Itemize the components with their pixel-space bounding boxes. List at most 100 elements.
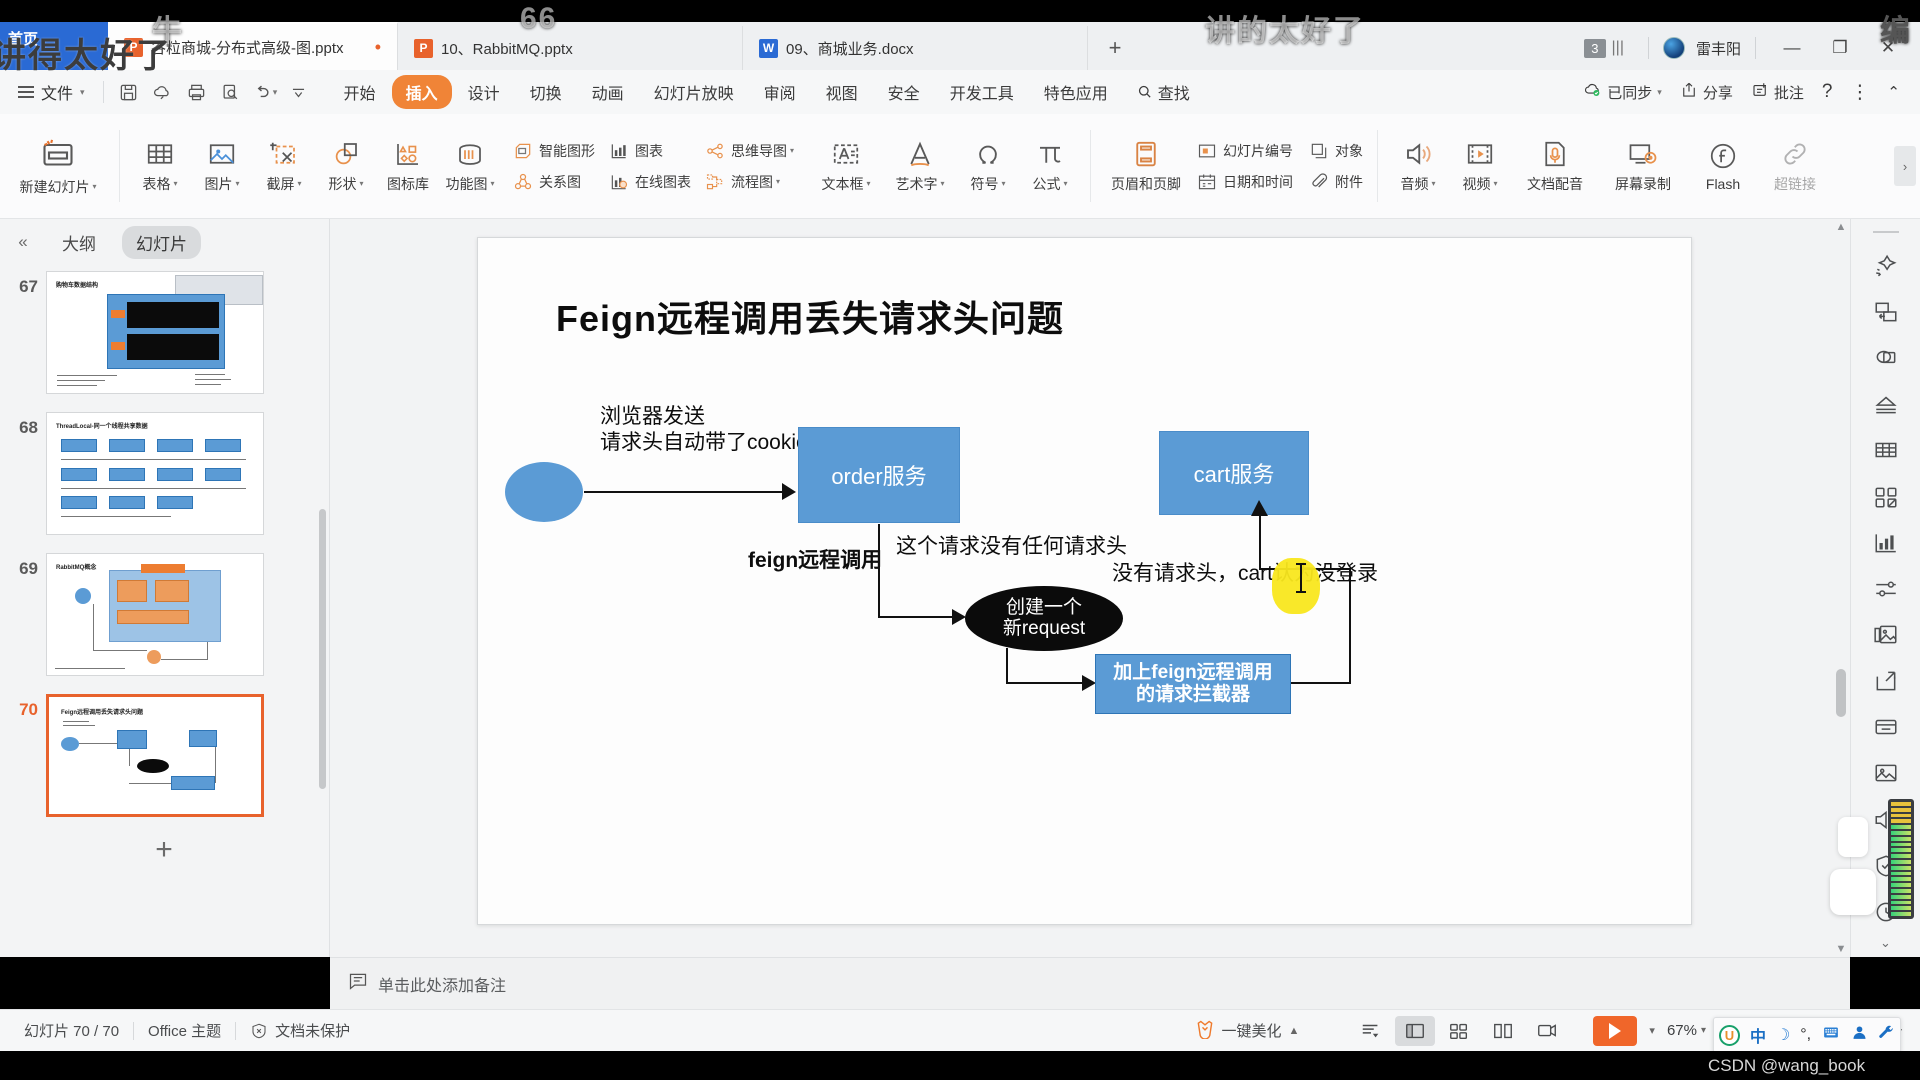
- effects-icon[interactable]: [1860, 243, 1912, 289]
- tab-slides[interactable]: 幻灯片: [122, 225, 201, 259]
- tab-doc-2[interactable]: W 09、商城业务.docx: [743, 26, 1088, 70]
- document-protection-button[interactable]: 文档未保护: [236, 1020, 364, 1041]
- image-icon[interactable]: [1860, 750, 1912, 796]
- new-request-shape[interactable]: 创建一个 新request: [965, 586, 1123, 651]
- tab-security[interactable]: 安全: [874, 75, 934, 109]
- thumbnail-scrollbar[interactable]: [319, 509, 326, 789]
- header-footer-button[interactable]: 页眉和页脚: [1100, 114, 1192, 218]
- tab-count-badge[interactable]: 3: [1584, 38, 1606, 58]
- find-button[interactable]: 查找: [1136, 80, 1190, 104]
- archive-icon[interactable]: [1860, 704, 1912, 750]
- new-tab-button[interactable]: +: [1088, 26, 1142, 70]
- wordart-button[interactable]: 艺术字 ▾: [883, 114, 957, 218]
- smartart-button[interactable]: 智能图形: [513, 141, 595, 161]
- thumbnail-item-69[interactable]: 69 RabbitMQ概念: [0, 547, 328, 688]
- slideshow-options-caret-icon[interactable]: ▾: [1641, 1024, 1663, 1037]
- tab-featured-apps[interactable]: 特色应用: [1030, 75, 1122, 109]
- home-button[interactable]: 首页: [0, 22, 108, 70]
- picture-button[interactable]: 图片 ▾: [191, 114, 253, 218]
- voiceover-button[interactable]: 文档配音: [1511, 114, 1599, 218]
- outline-view-button[interactable]: [1351, 1016, 1391, 1046]
- relation-chart-button[interactable]: 关系图: [513, 172, 595, 192]
- animation-transfer-icon[interactable]: [1860, 289, 1912, 335]
- screen-record-button[interactable]: 屏幕录制: [1599, 114, 1687, 218]
- presenter-view-button[interactable]: [1527, 1016, 1567, 1046]
- tab-list-icon[interactable]: |||: [1612, 39, 1624, 57]
- tab-review[interactable]: 审阅: [750, 75, 810, 109]
- reading-view-button[interactable]: [1483, 1016, 1523, 1046]
- shape-merge-icon[interactable]: [1860, 335, 1912, 381]
- browser-send-label[interactable]: 浏览器发送 请求头自动带了cookie: [600, 404, 808, 457]
- punctuation-icon[interactable]: °,: [1800, 1026, 1811, 1044]
- print-icon[interactable]: [180, 75, 214, 109]
- chart-icon[interactable]: [1860, 520, 1912, 566]
- chart-button[interactable]: 图表: [609, 141, 691, 161]
- thumbnail-item-68[interactable]: 68 ThreadLocal-同一个线程共享数据: [0, 406, 328, 547]
- tab-slideshow[interactable]: 幻灯片放映: [640, 75, 748, 109]
- date-time-button[interactable]: 日期和时间: [1197, 172, 1293, 192]
- user-icon[interactable]: [1851, 1024, 1868, 1046]
- ribbon-overflow-button[interactable]: ›: [1894, 114, 1920, 218]
- close-button[interactable]: ✕: [1866, 28, 1910, 68]
- thumbnail-preview[interactable]: ThreadLocal-同一个线程共享数据: [46, 412, 264, 535]
- cart-service-shape[interactable]: cart服务: [1159, 431, 1309, 515]
- thumbnail-preview[interactable]: 购物车数据结构: [46, 271, 264, 394]
- mindmap-button[interactable]: 思维导图 ▾: [705, 141, 794, 161]
- wps-logo-icon[interactable]: U: [1718, 1024, 1740, 1046]
- moon-icon[interactable]: ☽: [1776, 1025, 1790, 1045]
- symbol-button[interactable]: 符号 ▾: [957, 114, 1019, 218]
- slide-number-button[interactable]: 幻灯片编号: [1197, 141, 1293, 161]
- attachment-button[interactable]: 附件: [1309, 172, 1363, 192]
- tab-doc-0[interactable]: P 谷粒商城-分布式高级-图.pptx •: [108, 22, 398, 70]
- undo-icon[interactable]: ▾: [248, 75, 282, 109]
- cloud-sync-button[interactable]: 已同步 ▾: [1578, 77, 1668, 107]
- maximize-restore-button[interactable]: ❐: [1818, 28, 1862, 68]
- grid-icon[interactable]: [1860, 474, 1912, 520]
- drag-handle-icon[interactable]: [1872, 231, 1899, 233]
- slide-sorter-view-button[interactable]: [1439, 1016, 1479, 1046]
- scroll-up-arrow-icon[interactable]: ▲: [1835, 221, 1847, 233]
- thumbnail-preview[interactable]: Feign远程调用丢失请求头问题: [46, 694, 264, 817]
- adjust-icon[interactable]: [1860, 566, 1912, 612]
- hyperlink-button[interactable]: 超链接: [1759, 114, 1831, 218]
- formula-button[interactable]: 公式 ▾: [1019, 114, 1081, 218]
- thumbnail-preview[interactable]: RabbitMQ概念: [46, 553, 264, 676]
- tab-start[interactable]: 开始: [330, 75, 390, 109]
- tab-doc-1[interactable]: P 10、RabbitMQ.pptx: [398, 26, 743, 70]
- flowchart-button[interactable]: 流程图 ▾: [705, 172, 794, 192]
- more-options-button[interactable]: ⋮: [1844, 77, 1875, 108]
- tab-design[interactable]: 设计: [454, 75, 514, 109]
- share-button[interactable]: 分享: [1674, 77, 1739, 107]
- cart-not-logged-in-label[interactable]: 没有请求头，cart认为没登录: [1112, 561, 1378, 587]
- scroll-down-arrow-icon[interactable]: ▼: [1835, 943, 1847, 955]
- help-button[interactable]: ?: [1816, 77, 1839, 107]
- comment-button[interactable]: 批注: [1745, 77, 1810, 107]
- sidebar-expand-button[interactable]: ⌄: [1880, 935, 1891, 957]
- align-icon[interactable]: [1860, 381, 1912, 427]
- start-slideshow-button[interactable]: [1593, 1015, 1638, 1046]
- tab-outline[interactable]: 大纲: [48, 226, 110, 259]
- tools-icon[interactable]: [1878, 1024, 1895, 1046]
- table-icon[interactable]: [1860, 427, 1912, 473]
- normal-view-button[interactable]: [1395, 1015, 1436, 1046]
- tab-view[interactable]: 视图: [812, 75, 872, 109]
- theme-label[interactable]: Office 主题: [134, 1020, 235, 1041]
- thumbnail-item-70[interactable]: 70 Feign远程调用丢失请求头问题: [0, 688, 328, 829]
- interceptor-shape[interactable]: 加上feign远程调用 的请求拦截器: [1095, 654, 1291, 714]
- flash-button[interactable]: Flash: [1687, 114, 1759, 218]
- save-icon[interactable]: [112, 75, 146, 109]
- video-button[interactable]: 视频 ▾: [1449, 114, 1511, 218]
- add-slide-button[interactable]: +: [0, 833, 328, 867]
- notes-pane[interactable]: 单击此处添加备注: [330, 957, 1850, 1009]
- file-menu-button[interactable]: 文件 ▾: [6, 80, 95, 104]
- slide-counter[interactable]: 幻灯片 70 / 70: [10, 1020, 133, 1041]
- tab-animation[interactable]: 动画: [578, 75, 638, 109]
- album-icon[interactable]: [1860, 612, 1912, 658]
- order-service-shape[interactable]: order服务: [798, 427, 960, 523]
- thumbnail-item-67[interactable]: 67 购物车数据结构: [0, 265, 328, 406]
- cloud-save-icon[interactable]: [146, 75, 180, 109]
- slide-canvas[interactable]: Feign远程调用丢失请求头问题 浏览器发送 请求头自动带了cookie ord…: [477, 237, 1692, 925]
- export-icon[interactable]: [1860, 658, 1912, 704]
- table-button[interactable]: 表格 ▾: [129, 114, 191, 218]
- function-chart-button[interactable]: 功能图 ▾: [439, 114, 501, 218]
